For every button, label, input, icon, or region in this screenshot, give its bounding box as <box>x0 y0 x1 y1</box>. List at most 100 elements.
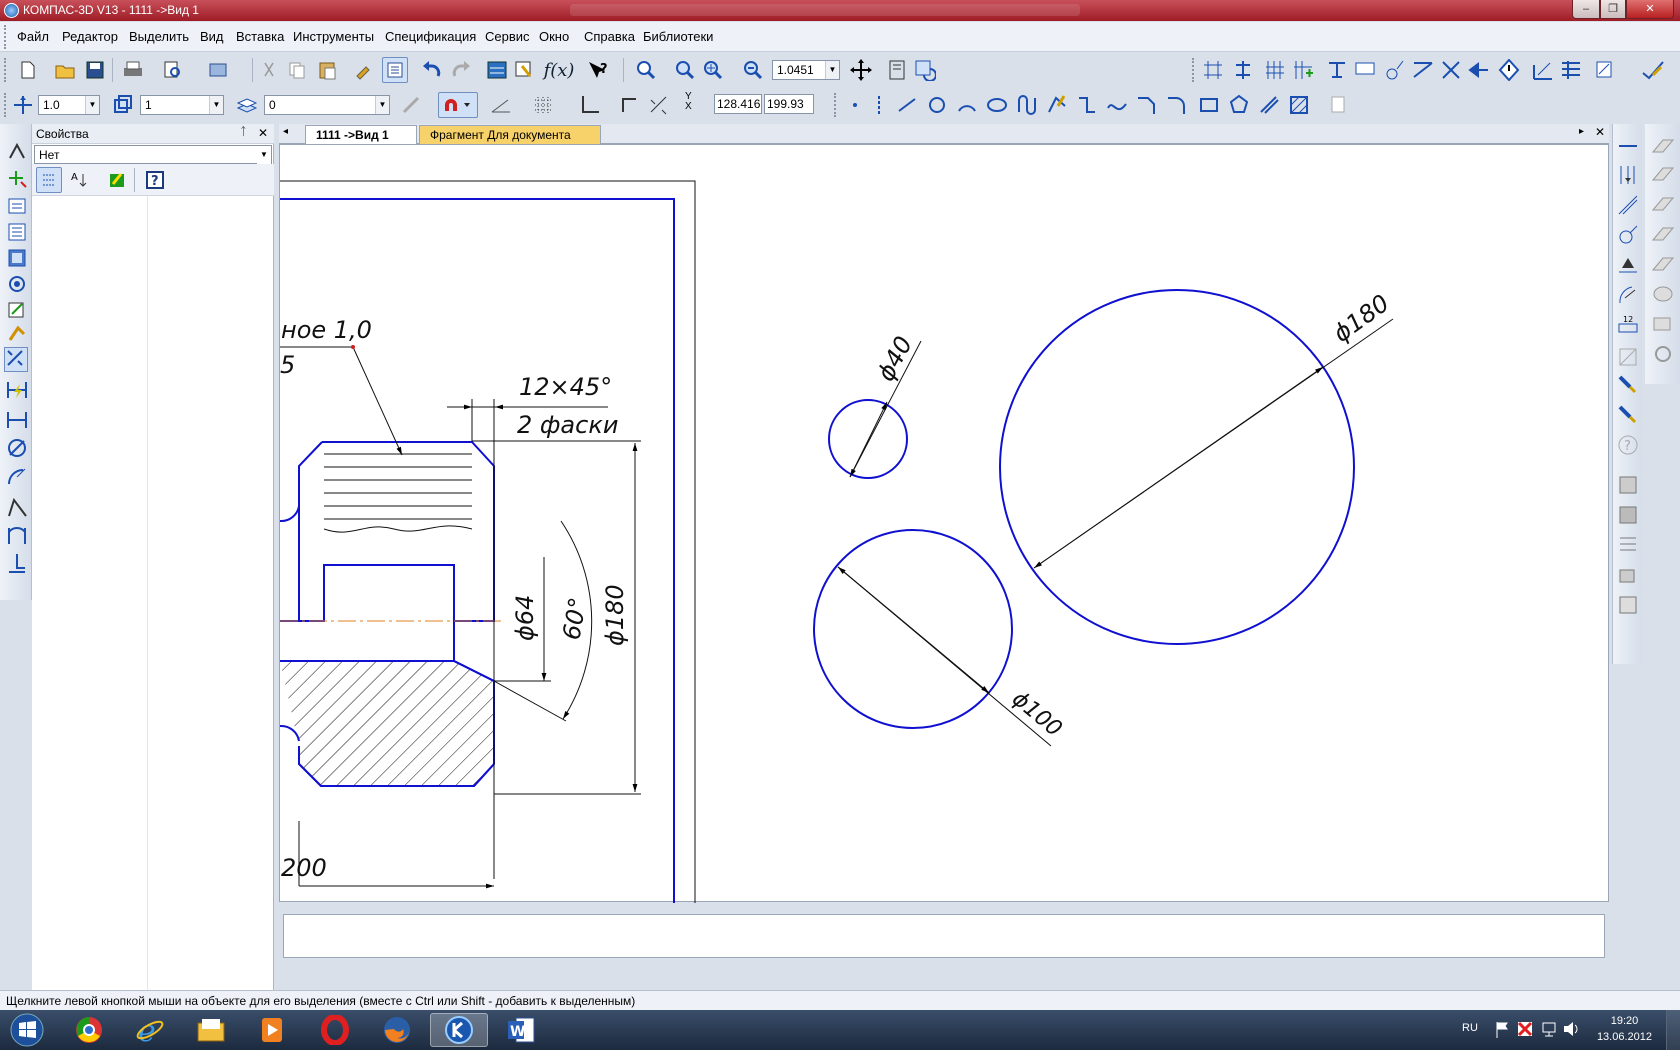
chrome-icon[interactable] <box>60 1013 118 1047</box>
paste-icon[interactable] <box>314 57 340 83</box>
menu-help[interactable]: Справка <box>584 29 635 44</box>
close-button[interactable]: ✕ <box>1626 0 1674 19</box>
snap-add-icon[interactable] <box>1290 57 1316 83</box>
equidistant-icon[interactable] <box>1256 92 1282 118</box>
drawing-canvas[interactable]: ное 1,0 5 12×45° 2 фаски ϕ64 60° ϕ180 20… <box>279 144 1609 903</box>
internet-explorer-icon[interactable]: e <box>121 1013 179 1047</box>
variables-icon[interactable] <box>512 57 538 83</box>
redo-icon[interactable] <box>447 57 473 83</box>
shell-icon[interactable] <box>1651 284 1675 307</box>
layer-combo[interactable]: 1 ▼ <box>140 95 224 115</box>
leader-arrow-icon[interactable] <box>1466 57 1492 83</box>
circle-tool-icon[interactable] <box>1617 224 1639 249</box>
chevron-down-icon[interactable]: ▼ <box>825 61 839 79</box>
radial-dimension-icon[interactable] <box>6 466 28 491</box>
manager-icon[interactable] <box>205 57 231 83</box>
insert-table-icon[interactable] <box>1617 534 1639 559</box>
opera-icon[interactable] <box>306 1013 364 1047</box>
zoom-in-icon[interactable] <box>672 57 698 83</box>
hatch-icon[interactable] <box>1286 92 1312 118</box>
insert-fragment-icon[interactable] <box>1617 504 1639 529</box>
line-scale-combo[interactable]: 1.0 ▼ <box>38 95 100 115</box>
cross-arrow-icon[interactable] <box>1438 57 1464 83</box>
segment-icon[interactable] <box>894 92 920 118</box>
check-edit-icon[interactable] <box>1640 57 1666 83</box>
menu-file[interactable]: Файл <box>17 29 49 44</box>
redraw-icon[interactable] <box>912 57 938 83</box>
chevron-down-icon[interactable]: ▼ <box>257 146 271 164</box>
chevron-down-icon[interactable]: ▼ <box>209 96 223 114</box>
line-tool-icon[interactable] <box>1617 136 1639 159</box>
new-document-icon[interactable] <box>14 57 40 83</box>
rectangle-icon[interactable] <box>1196 92 1222 118</box>
circle-d180[interactable]: ϕ180 <box>999 289 1394 645</box>
base-marker-icon[interactable] <box>1496 57 1522 83</box>
diameter-dimension-icon[interactable] <box>6 437 28 462</box>
notation-icon[interactable] <box>6 196 28 219</box>
edit-text-icon[interactable] <box>1530 57 1556 83</box>
object-props-icon[interactable] <box>104 167 130 193</box>
measurements-icon[interactable] <box>6 274 28 297</box>
circle-d40[interactable]: ϕ40 <box>828 332 922 479</box>
spec-panel-icon[interactable] <box>6 324 28 347</box>
zoom-combo[interactable]: 1.0451 ▼ <box>772 60 840 80</box>
loft-icon[interactable] <box>1651 254 1675 277</box>
polygon-icon[interactable] <box>1226 92 1252 118</box>
angle-tool-icon[interactable] <box>1617 194 1639 219</box>
menu-tools[interactable]: Инструменты <box>293 29 374 44</box>
edit-panel-icon[interactable] <box>6 222 28 245</box>
save-icon[interactable] <box>82 57 108 83</box>
properties-list-icon[interactable] <box>36 167 62 193</box>
windows-start-icon[interactable] <box>2 1013 52 1047</box>
local-cs-icon[interactable] <box>10 92 36 118</box>
flag-icon[interactable] <box>1494 1020 1510 1041</box>
menu-service[interactable]: Сервис <box>485 29 530 44</box>
snap-grid-icon[interactable] <box>1262 57 1288 83</box>
security-alert-icon[interactable] <box>1516 1020 1534 1041</box>
format-brush-icon[interactable] <box>350 57 376 83</box>
plane-icon[interactable] <box>1651 136 1675 159</box>
rotate-body-icon[interactable] <box>1651 194 1675 217</box>
copy-icon[interactable] <box>284 57 310 83</box>
ellipse-icon[interactable] <box>984 92 1010 118</box>
chamfer-icon[interactable] <box>1134 92 1160 118</box>
menu-specification[interactable]: Спецификация <box>385 29 476 44</box>
zoom-window-icon[interactable] <box>633 57 659 83</box>
slope-icon[interactable] <box>1410 57 1436 83</box>
parametrization-icon[interactable] <box>6 248 28 271</box>
polyline-icon[interactable] <box>1074 92 1100 118</box>
fx-icon[interactable]: f(x) <box>544 57 575 83</box>
network-icon[interactable] <box>1540 1020 1558 1041</box>
volume-icon[interactable] <box>1562 1020 1580 1041</box>
auxiliary-line-icon[interactable] <box>866 92 892 118</box>
parameters-icon[interactable] <box>398 92 424 118</box>
close-tab-icon[interactable]: ✕ <box>1595 125 1605 139</box>
table-icon[interactable] <box>1558 57 1584 83</box>
point-icon[interactable] <box>842 92 868 118</box>
dimension-icon[interactable] <box>6 410 28 433</box>
angular-dimension-icon[interactable] <box>6 524 28 549</box>
spec-icon[interactable] <box>1592 57 1618 83</box>
insert-view-icon[interactable] <box>1617 474 1639 499</box>
brush-icon[interactable] <box>1617 374 1639 399</box>
reports-icon[interactable] <box>4 347 28 372</box>
minimize-button[interactable]: – <box>1572 0 1600 19</box>
axes-icon[interactable] <box>576 92 602 118</box>
break-dimension-icon[interactable] <box>6 552 28 577</box>
arc-icon[interactable] <box>954 92 980 118</box>
monitor-icon[interactable] <box>1352 57 1378 83</box>
properties-dropdown[interactable]: Нет ▼ <box>34 145 272 164</box>
fillet-icon[interactable] <box>1164 92 1190 118</box>
restore-button[interactable]: ❐ <box>1600 0 1626 19</box>
grid-dims-icon[interactable] <box>1200 57 1226 83</box>
distance-icon[interactable] <box>1617 164 1639 189</box>
round-icon[interactable] <box>646 92 672 118</box>
kompas-taskbar-icon[interactable] <box>430 1013 488 1047</box>
mass-icon[interactable] <box>1617 254 1639 279</box>
sort-icon[interactable]: A <box>66 167 92 193</box>
kompas-app-icon[interactable] <box>4 3 19 18</box>
geometry-icon[interactable] <box>6 142 28 165</box>
cut-icon[interactable] <box>256 57 282 83</box>
grid-toggle-icon[interactable] <box>530 92 556 118</box>
clock[interactable]: 19:20 13.06.2012 <box>1597 1013 1652 1045</box>
